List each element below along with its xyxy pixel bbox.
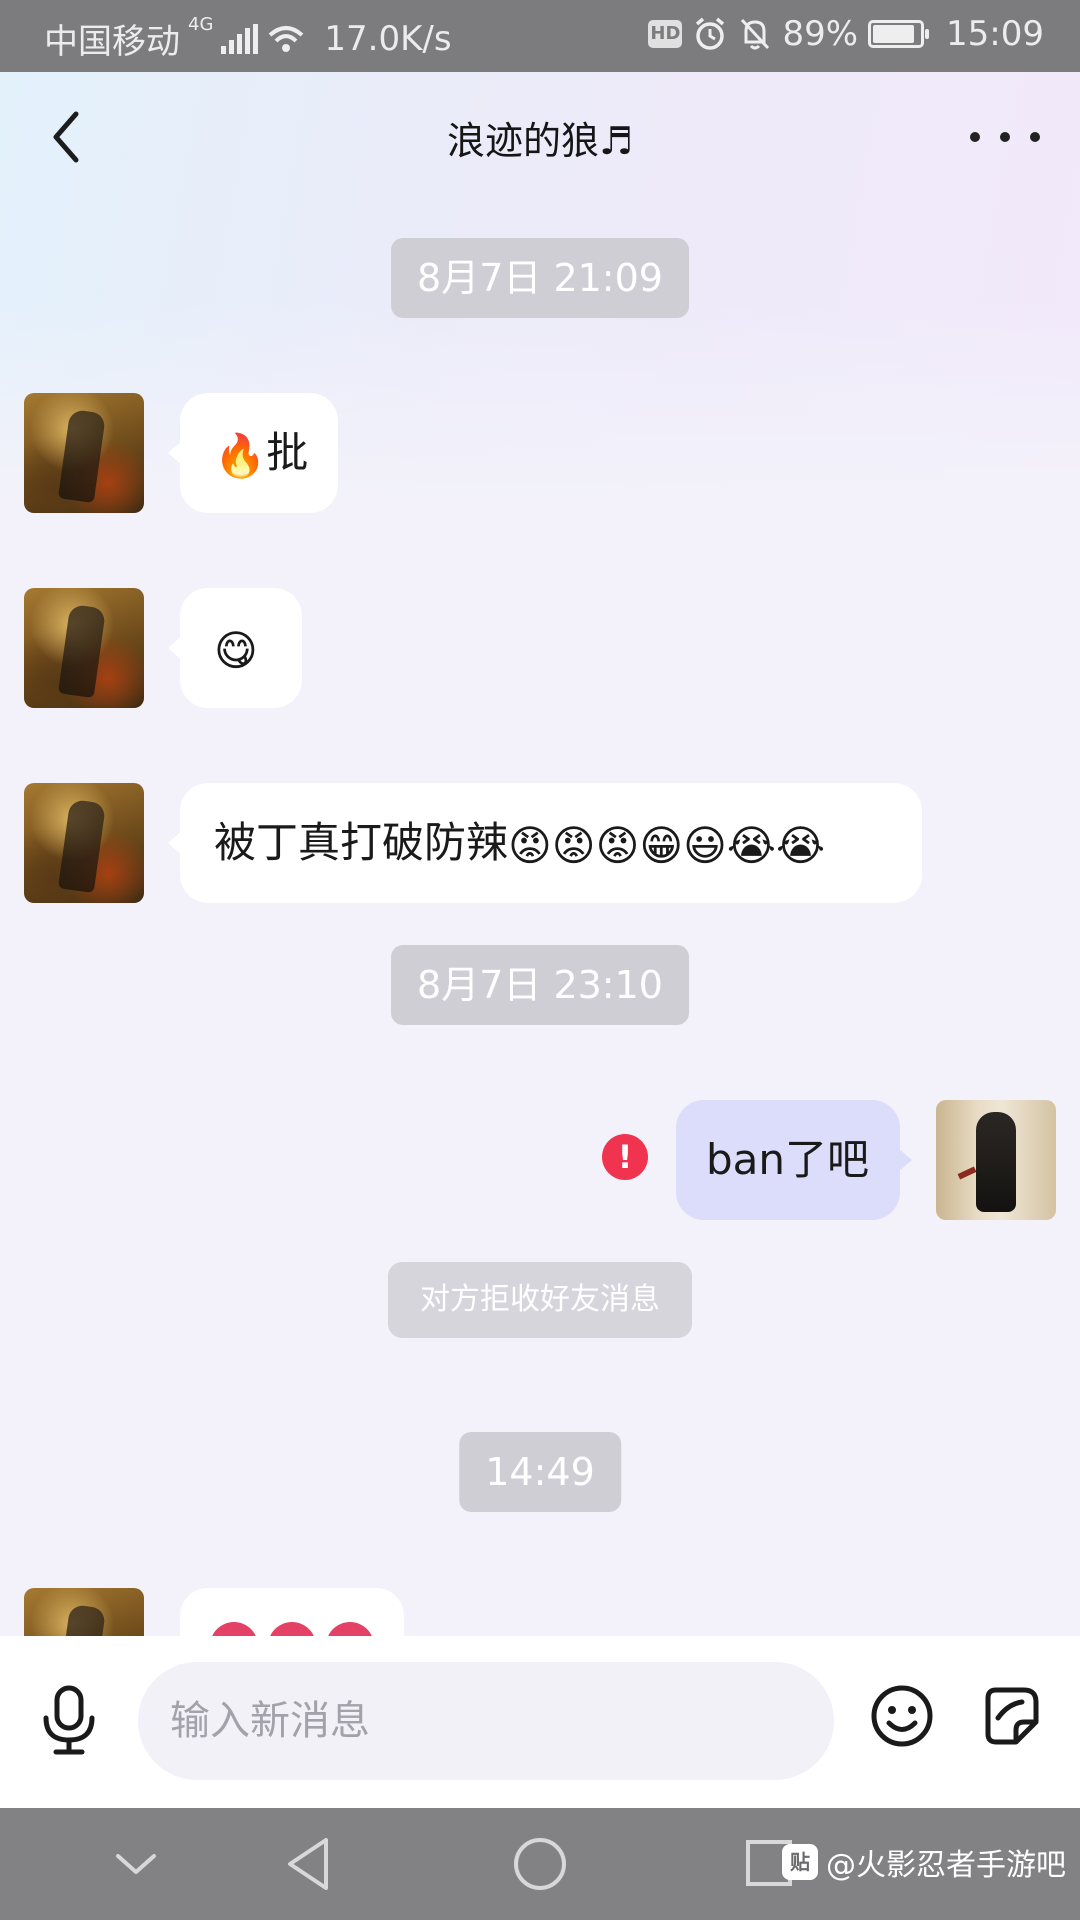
dot-icon: [1030, 132, 1040, 142]
emoji-sequence: 😡😡😡😁😃😭😭: [508, 820, 826, 870]
nav-back-button[interactable]: [278, 1832, 342, 1896]
contact-avatar[interactable]: [24, 393, 144, 513]
alarm-icon: [696, 17, 725, 50]
status-left: 中国移动 4G 17.0K/s: [44, 14, 452, 63]
chat-title: 浪迹的狼♬: [446, 119, 634, 163]
sticker-button[interactable]: [978, 1684, 1042, 1748]
my-avatar[interactable]: [936, 1100, 1056, 1220]
timestamp-divider: 8月7日 21:09: [391, 238, 689, 318]
network-type: 4G: [188, 14, 214, 35]
sticker-icon: [985, 1687, 1039, 1745]
microphone-icon: [43, 1685, 95, 1755]
status-bar: 中国移动 4G 17.0K/s HD 89% 15:09: [0, 0, 1080, 72]
circle-home-icon: [514, 1838, 566, 1890]
system-navigation-bar: 贴 @火影忍者手游吧: [0, 1808, 1080, 1920]
dot-icon: [970, 132, 980, 142]
tieba-logo-icon: 贴: [782, 1844, 818, 1880]
triangle-back-icon: [288, 1838, 328, 1890]
emoji-button[interactable]: [870, 1684, 934, 1748]
sent-message-bubble[interactable]: ban了吧: [676, 1100, 912, 1220]
received-message-bubble[interactable]: 😋: [168, 588, 302, 708]
signal-icon: [221, 23, 259, 54]
battery-percent: 89%: [782, 14, 859, 54]
message-input[interactable]: [138, 1662, 834, 1780]
hide-keyboard-button[interactable]: [104, 1832, 168, 1896]
contact-avatar[interactable]: [24, 588, 144, 708]
message-text: ban了吧: [706, 1135, 870, 1184]
fire-emoji: 🔥: [214, 430, 267, 480]
system-notice: 对方拒收好友消息: [388, 1262, 692, 1338]
dot-icon: [1000, 132, 1010, 142]
voice-input-button[interactable]: [36, 1684, 102, 1756]
received-message-bubble[interactable]: 🔥批: [168, 393, 338, 513]
send-failed-icon[interactable]: !: [602, 1134, 648, 1180]
carrier-label: 中国移动: [44, 22, 180, 62]
chat-header: 浪迹的狼♬: [0, 72, 1080, 204]
message-text: 被丁真打破防辣: [214, 818, 509, 867]
chevron-down-icon: [116, 1854, 156, 1874]
received-message-bubble[interactable]: 被丁真打破防辣😡😡😡😁😃😭😭: [168, 783, 922, 903]
more-options-button[interactable]: [970, 112, 1040, 162]
timestamp-divider: 14:49: [459, 1432, 621, 1512]
timestamp-divider: 8月7日 23:10: [391, 945, 689, 1025]
status-right: HD 89% 15:09: [648, 14, 1044, 54]
message-text: 批: [266, 428, 309, 477]
contact-avatar[interactable]: [24, 783, 144, 903]
yum-emoji: 😋: [214, 625, 258, 675]
network-speed: 17.0K/s: [324, 18, 452, 59]
clock: 15:09: [946, 14, 1044, 54]
battery-icon: [868, 20, 930, 48]
wifi-icon: [269, 25, 304, 52]
mute-bell-icon: [741, 18, 770, 50]
watermark-text: @火影忍者手游吧: [826, 1848, 1066, 1883]
watermark: 贴 @火影忍者手游吧: [782, 1840, 1066, 1884]
smiley-icon: [871, 1685, 933, 1747]
nav-home-button[interactable]: [508, 1832, 572, 1896]
input-bar: [0, 1636, 1080, 1808]
hd-icon: HD: [648, 20, 683, 48]
header-background-fade: [0, 300, 1080, 500]
